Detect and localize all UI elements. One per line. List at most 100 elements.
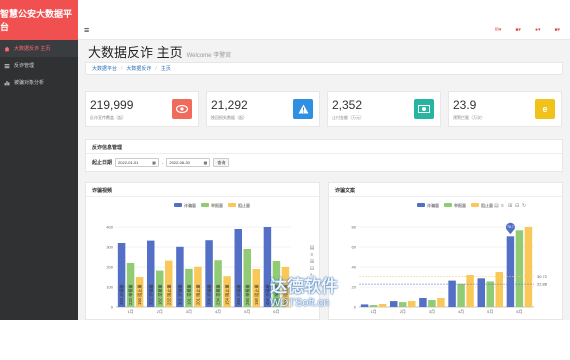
mark-line-label: 30.72 bbox=[537, 274, 548, 279]
bar bbox=[506, 236, 515, 307]
money-icon bbox=[414, 99, 434, 119]
warning-icon bbox=[293, 99, 313, 119]
legend-swatch bbox=[228, 203, 236, 207]
toolbox-icon: ≡ bbox=[501, 203, 504, 209]
y-tick-label: 200 bbox=[106, 265, 113, 270]
fraud-copy-chart: 诈骗量 举报量 阻止量 0 20 40 60 80 1月 2月 3月 4月 5月 6月 30.72 22.88… bbox=[352, 202, 548, 314]
chart-icon bbox=[4, 80, 10, 85]
bar bbox=[437, 298, 445, 307]
x-tick-label: 5月 bbox=[487, 309, 493, 314]
chart-title: 诈骗视频 bbox=[92, 188, 113, 194]
stat-value: 2,352 bbox=[332, 98, 363, 112]
x-tick-label: 1月 bbox=[370, 309, 376, 314]
brand-title: 智慧公安大数据平台 bbox=[0, 0, 78, 40]
legend-label: 阻止量 bbox=[481, 202, 493, 208]
ie-icon: e bbox=[535, 99, 555, 119]
home-icon bbox=[4, 46, 10, 51]
end-date-input[interactable]: 2022-06-30 ▦ bbox=[166, 158, 211, 167]
x-tick-label: 5月 bbox=[244, 309, 250, 314]
legend-swatch bbox=[417, 203, 425, 207]
bar-value-label: 190 阻止量 bbox=[253, 284, 260, 305]
stat-card-coverage: 219,999 反诈宣传覆盖（起） bbox=[85, 91, 199, 127]
breadcrumb-item[interactable]: 大数据反诈 bbox=[126, 65, 151, 72]
stat-card-intercept: 23.9 预警拦截（万次） e bbox=[448, 91, 562, 127]
toolbox-icon: ⊞ bbox=[310, 259, 314, 265]
mail-icon[interactable]: ✉▾ bbox=[495, 27, 502, 33]
y-tick-label: 60 bbox=[352, 245, 357, 250]
filter-title: 反诈信息管理 bbox=[92, 145, 123, 151]
page-title: 大数据反诈 主页 bbox=[88, 45, 183, 60]
bar-value-label: 400 诈骗量 bbox=[264, 284, 271, 305]
bar-value-label: 390 诈骗量 bbox=[235, 284, 242, 305]
y-tick-label: 20 bbox=[352, 285, 357, 290]
stat-value: 219,999 bbox=[90, 98, 134, 112]
bar bbox=[428, 300, 436, 307]
mark-point: 76.7 bbox=[505, 222, 515, 235]
y-tick-label: 100 bbox=[106, 285, 113, 290]
x-tick-label: 4月 bbox=[215, 309, 221, 314]
toolbox-icon: ⊟ bbox=[515, 203, 519, 209]
toolbox-icon: ▤ bbox=[310, 245, 315, 251]
sidebar-item-label: 被骗对象分析 bbox=[14, 80, 45, 86]
y-tick-label: 40 bbox=[352, 265, 357, 270]
legend-label: 举报量 bbox=[454, 202, 466, 208]
stat-label: 止付金额（万元） bbox=[332, 115, 364, 120]
bar-value-label: 320 诈骗量 bbox=[118, 284, 125, 305]
stat-label: 预警拦截（万次） bbox=[453, 115, 485, 120]
sidebar-item-fraud-management[interactable]: 反诈管理 bbox=[0, 57, 78, 74]
toolbox-icon: ⊟ bbox=[310, 266, 314, 272]
stat-card-amount: 2,352 止付金额（万元） bbox=[327, 91, 441, 127]
x-tick-label: 2月 bbox=[400, 309, 406, 314]
y-tick-label: 0 bbox=[111, 305, 114, 310]
search-button[interactable]: 查询 bbox=[213, 158, 230, 167]
x-tick-label: 6月 bbox=[273, 309, 279, 314]
legend-swatch bbox=[444, 203, 452, 207]
list-icon bbox=[4, 63, 10, 68]
bar-value-label: 201 阻止量 bbox=[194, 284, 201, 305]
bar bbox=[457, 283, 465, 307]
bar-value-label: 150 阻止量 bbox=[136, 284, 143, 305]
y-tick-label: 0 bbox=[354, 305, 357, 310]
stat-value: 21,292 bbox=[211, 98, 248, 112]
legend-label: 举报量 bbox=[211, 202, 223, 208]
x-tick-label: 6月 bbox=[516, 309, 522, 314]
sidebar-item-home[interactable]: 大数据反诈 主页 bbox=[0, 40, 78, 57]
x-tick-label: 3月 bbox=[429, 309, 435, 314]
breadcrumb-item[interactable]: 大数据平台 bbox=[92, 65, 117, 72]
x-tick-label: 3月 bbox=[186, 309, 192, 314]
bar bbox=[399, 302, 407, 307]
fraud-video-panel: 诈骗视频 诈骗量 举报量 阻止量 0 100 200 300 400 1月 320 诈骗量 220 … bbox=[85, 182, 320, 320]
stat-label: 挽回损失数据（起） bbox=[211, 115, 247, 120]
bar-value-label: 290 举报量 bbox=[244, 284, 251, 305]
breadcrumb-current: 主页 bbox=[160, 66, 171, 72]
sidebar-item-victim-analysis[interactable]: 被骗对象分析 bbox=[0, 74, 78, 91]
y-tick-label: 400 bbox=[106, 225, 113, 230]
y-tick-label: 300 bbox=[106, 245, 113, 250]
menu-toggle-icon[interactable]: ≡ bbox=[84, 25, 89, 35]
toolbox-icon: ⊞ bbox=[508, 203, 512, 209]
bar-value-label: 301 诈骗量 bbox=[176, 284, 183, 305]
top-navbar: ≡ ✉▾ ■▾ ●▾ ■▾ bbox=[78, 22, 570, 40]
settings-icon[interactable]: ■▾ bbox=[554, 27, 560, 33]
legend-label: 诈骗量 bbox=[184, 202, 196, 208]
bar bbox=[486, 281, 494, 307]
start-date-input[interactable]: 2022-01-01 ▦ bbox=[115, 158, 160, 167]
bar-value-label: 332 诈骗量 bbox=[147, 284, 154, 305]
user-icon[interactable]: ●▾ bbox=[535, 27, 541, 33]
legend-label: 阻止量 bbox=[238, 202, 250, 208]
toolbox-icon: ↻ bbox=[310, 273, 314, 279]
y-tick-label: 80 bbox=[352, 225, 357, 230]
sidebar-item-label: 反诈管理 bbox=[14, 63, 35, 69]
stat-label: 反诈宣传覆盖（起） bbox=[90, 115, 126, 120]
filter-panel: 反诈信息管理 起止日期 2022-01-01 ▦ - 2022-06-30 ▦ 查询 bbox=[85, 139, 563, 172]
bar-value-label: 154 阻止量 bbox=[224, 284, 231, 305]
legend-label: 诈骗量 bbox=[427, 202, 439, 208]
legend-swatch bbox=[201, 203, 209, 207]
bar bbox=[419, 298, 427, 307]
bar-value-label: 230 举报量 bbox=[273, 284, 280, 305]
eye-icon bbox=[172, 99, 192, 119]
main-content: 大数据反诈 主页 Welcome 李警官 大数据平台 / 大数据反诈 / 主页 … bbox=[78, 40, 570, 320]
fraud-video-chart: 诈骗量 举报量 阻止量01002003004001月320 诈骗量 220 举报量 15… bbox=[106, 202, 315, 314]
bell-icon[interactable]: ■▾ bbox=[515, 27, 521, 33]
bar-value-label: 182 举报量 bbox=[156, 284, 163, 305]
